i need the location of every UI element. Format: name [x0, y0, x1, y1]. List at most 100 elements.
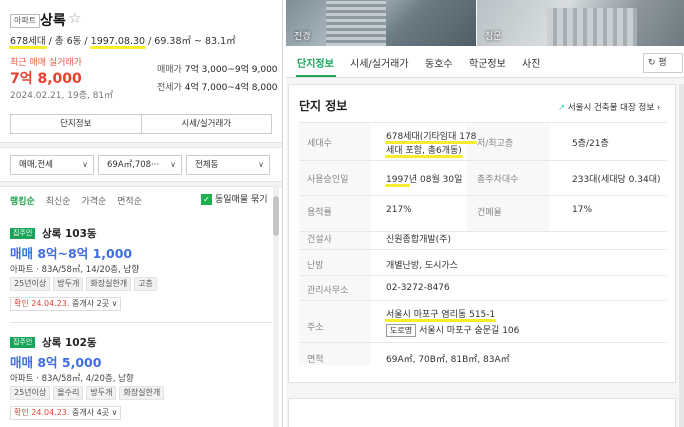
tab-price-history[interactable]: 시세/실거래가: [350, 55, 409, 70]
sort-options: 랭킹순 최신순 가격순 면적순: [10, 194, 150, 207]
bcr-label: 건폐율: [477, 208, 502, 218]
active-tab-indicator: [296, 75, 336, 77]
divider: [299, 342, 667, 343]
owner-badge: 집주인: [10, 337, 36, 348]
sale-label: 매매가: [157, 65, 182, 75]
tag: 25년이상: [10, 277, 51, 291]
owner-badge: 집주인: [10, 228, 36, 239]
agency-count[interactable]: 중개사 2곳: [72, 299, 109, 308]
divider: [10, 322, 272, 323]
pyeong-label: 평: [658, 58, 667, 68]
tag: 25년이상: [10, 386, 51, 400]
divider: [299, 249, 667, 250]
builder-value: 신원종합개발(주): [386, 235, 451, 245]
tab-photos[interactable]: 사진: [522, 55, 540, 70]
recent-trade-label: 최근 매매 실거래가: [10, 58, 82, 68]
detail-tabs: 단지정보 시세/실거래가 동호수 학군정보 사진: [286, 46, 684, 78]
rent-range-value: 4억 7,000~4억 8,000: [184, 83, 278, 93]
sale-range-value: 7억 3,000~9억 9,000: [184, 65, 278, 75]
area-value: 69A㎡, 70B㎡, 81B㎡, 83A㎡: [386, 355, 510, 365]
group-same-label: 동일매물 묶기: [215, 195, 268, 205]
checkbox-checked-icon[interactable]: ✓: [201, 194, 212, 205]
chevron-down-icon: ∨: [170, 160, 176, 169]
listing-name: 상록 102동: [42, 337, 97, 349]
dong-filter-value: 전체동: [195, 160, 219, 170]
sort-latest[interactable]: 최신순: [46, 197, 71, 207]
building-registry-label: 서울시 건축물 대장 정보: [567, 103, 655, 113]
chevron-down-icon: ∨: [111, 299, 118, 308]
listing-detail: 아파트 · 83A/58㎡, 14/20층, 남향: [10, 265, 140, 275]
gate-photo[interactable]: 정문: [477, 0, 684, 46]
rent-label: 전세가: [157, 83, 182, 93]
floors-label: 저/최고층: [477, 139, 514, 149]
photo-label: 정문: [485, 32, 502, 42]
trade-type-value: 매매,전세: [19, 160, 53, 170]
price-history-button[interactable]: 시세/실거래가: [140, 115, 272, 133]
listing-item[interactable]: 집주인 상록 103동 매매 8억~8억 1,000 아파트 · 83A/58㎡…: [0, 226, 270, 318]
divider: [299, 231, 667, 232]
office-phone[interactable]: 02-3272-8476: [386, 283, 450, 293]
divider: [299, 160, 667, 161]
tag: 고층: [134, 277, 157, 291]
agency-count[interactable]: 중개사 4곳: [72, 408, 109, 417]
sort-area[interactable]: 면적순: [117, 197, 142, 207]
dong-filter[interactable]: 전체동 ∨: [186, 155, 270, 175]
rent-price-range: 전세가 4억 7,000~4억 8,000: [157, 80, 278, 93]
confirm-date: 확인 24.04.23.: [14, 299, 70, 308]
households-value-line1: 678세대(기타임대 178: [384, 129, 478, 144]
group-same-listings[interactable]: ✓ 동일매물 묶기: [201, 192, 268, 205]
area-filter-value: 69A㎡,708···: [107, 160, 160, 170]
refresh-icon: ↻: [648, 58, 656, 68]
approval-date: 1997.08.30: [89, 36, 147, 49]
far-value: 217%: [386, 205, 412, 215]
chevron-down-icon: ∨: [111, 408, 118, 417]
property-type-badge: 아파트: [10, 14, 41, 28]
scrollbar-thumb[interactable]: [273, 196, 279, 236]
listing-scrollbar[interactable]: [273, 186, 279, 427]
sort-price[interactable]: 가격순: [81, 197, 106, 207]
divider: [299, 300, 667, 301]
listing-tags: 25년이상 올수리 방두개 화장실한개: [10, 386, 165, 400]
listing-panel: 아파트 상록 ☆ 678세대 / 총 6동 / 1997.08.30 / 69.…: [0, 0, 283, 427]
bcr-value: 17%: [572, 205, 593, 215]
tab-complex-info[interactable]: 단지정보: [297, 55, 334, 70]
complex-name: 상록: [40, 13, 66, 29]
complex-summary: 678세대 / 총 6동 / 1997.08.30 / 69.38㎡ ~ 83.…: [9, 33, 236, 49]
address-lot: 서울시 마포구 염리동 515-1: [384, 307, 497, 322]
listing-price: 매매 8억~8억 1,000: [10, 246, 133, 261]
photo-label: 전경: [294, 32, 311, 42]
road-name-tag: 도로명: [386, 324, 417, 337]
tag: 방두개: [53, 277, 84, 291]
tab-school[interactable]: 학군정보: [469, 55, 506, 70]
confirm-info: 확인 24.04.23. 중개사 2곳 ∨: [10, 297, 122, 311]
building-registry-link[interactable]: ↗ 서울시 건축물 대장 정보 ›: [558, 101, 660, 113]
tag: 화장실한개: [119, 386, 165, 400]
households-label: 세대수: [307, 139, 332, 149]
recent-trade-date: 2024.02.21, 19층, 81㎡: [10, 91, 114, 101]
area-filter[interactable]: 69A㎡,708··· ∨: [98, 155, 182, 175]
listing-item[interactable]: 집주인 상록 102동 매매 8억 5,000 아파트 · 83A/58㎡, 4…: [0, 335, 270, 427]
sale-price-range: 매매가 7억 3,000~9억 9,000: [157, 62, 278, 75]
tag: 방두개: [86, 386, 117, 400]
pyeong-toggle-button[interactable]: ↻ 평: [643, 53, 683, 73]
tab-units[interactable]: 동호수: [425, 55, 453, 70]
heating-label: 난방: [307, 261, 324, 271]
approval-label: 사용승인일: [307, 175, 349, 185]
area-label: 면적: [307, 355, 324, 365]
parking-value: 233대(세대당 0.34대): [572, 175, 661, 185]
sort-ranking[interactable]: 랭킹순: [10, 197, 35, 207]
complex-tab-buttons: 단지정보 시세/실거래가: [10, 114, 272, 134]
address-label: 주소: [307, 323, 324, 333]
builder-label: 건설사: [307, 235, 332, 245]
divider: [299, 275, 667, 276]
chevron-down-icon: ∨: [82, 160, 88, 169]
complex-info-button[interactable]: 단지정보: [11, 115, 141, 133]
gate-image: [547, 8, 637, 46]
recent-trade-price: 7억 8,000: [10, 71, 82, 87]
detail-scrollbar[interactable]: [679, 84, 684, 427]
star-icon[interactable]: ☆: [68, 9, 81, 27]
divider: [0, 142, 282, 148]
exterior-photo[interactable]: 전경: [286, 0, 476, 46]
confirm-info: 확인 24.04.23. 중개사 4곳 ∨: [10, 406, 122, 420]
trade-type-filter[interactable]: 매매,전세 ∨: [10, 155, 94, 175]
